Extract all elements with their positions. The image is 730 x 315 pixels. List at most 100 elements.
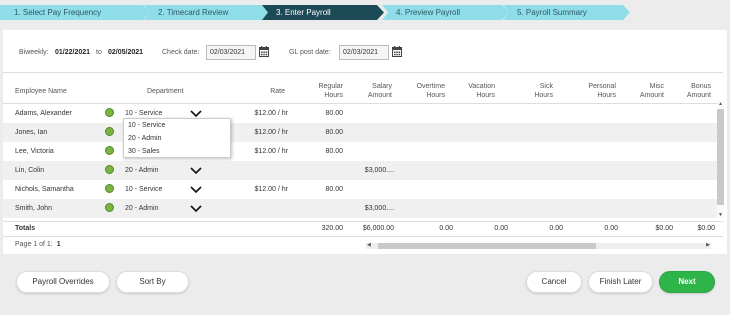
divider (3, 72, 723, 73)
calendar-icon[interactable] (259, 46, 269, 57)
period-label: Biweekly: (19, 49, 49, 56)
gl-post-date-input[interactable]: 02/03/2021 (339, 45, 389, 60)
regular-hours-cell[interactable]: 80.00 (303, 129, 343, 136)
table-row[interactable]: Lin, Colin 20 - Admin $3,000.... (3, 161, 723, 180)
header-personal-hours: Personal Hours (588, 83, 616, 99)
status-dot-icon[interactable] (105, 127, 114, 136)
rate: $12.00 / hr (254, 148, 288, 155)
rate: $12.00 / hr (254, 129, 288, 136)
total-personal: 0.00 (604, 225, 618, 232)
total-regular-hours: 320.00 (321, 225, 343, 232)
table-row[interactable]: Smith, John 20 - Admin $3,000.... (3, 199, 723, 218)
total-misc: $0.00 (655, 225, 673, 232)
sort-by-button[interactable]: Sort By (116, 271, 189, 293)
header-rate: Rate (270, 88, 285, 95)
step-timecard-review[interactable]: 2. Timecard Review (144, 5, 269, 20)
department-select[interactable]: 20 - Admin (125, 167, 158, 174)
header-overtime-hours: Overtime Hours (416, 83, 445, 99)
status-dot-icon[interactable] (105, 184, 114, 193)
period-end: 02/05/2021 (108, 49, 144, 56)
employee-name: Smith, John (15, 205, 52, 212)
employee-name: Adams, Alexander (15, 110, 72, 117)
pager-text: Page 1 of 1: (15, 241, 53, 248)
table-row[interactable]: Lee, Victoria $12.00 / hr 80.00 (3, 142, 723, 161)
employee-name: Lee, Victoria (15, 148, 54, 155)
department-dropdown[interactable]: 10 - Service 20 - Admin 30 - Sales (123, 118, 231, 158)
dropdown-option[interactable]: 20 - Admin (124, 132, 230, 145)
table-row[interactable]: Jones, Ian $12.00 / hr 80.00 (3, 123, 723, 142)
step-label: 5. Payroll Summary (517, 8, 587, 17)
total-sick: 0.00 (549, 225, 563, 232)
chevron-down-icon[interactable] (190, 202, 202, 214)
check-date-label: Check date: (162, 49, 200, 56)
department-select[interactable]: 10 - Service (125, 110, 162, 117)
vertical-scrollbar[interactable]: ▲ ▼ (717, 101, 724, 218)
rate: $12.00 / hr (254, 110, 288, 117)
step-label: 2. Timecard Review (158, 8, 229, 17)
header-regular-hours: Regular Hours (318, 83, 343, 99)
chevron-down-icon[interactable] (190, 164, 202, 176)
salary-amount-cell[interactable]: $3,000.... (352, 205, 394, 212)
totals-label: Totals (15, 225, 36, 232)
scrollbar-thumb[interactable] (717, 109, 724, 205)
scrollbar-thumb[interactable] (378, 243, 596, 249)
dropdown-option[interactable]: 10 - Service (124, 119, 230, 132)
pagination: Page 1 of 1: 1 (15, 241, 61, 248)
check-date-input[interactable]: 02/03/2021 (206, 45, 256, 60)
status-dot-icon[interactable] (105, 203, 114, 212)
salary-amount-cell[interactable]: $3,000.... (352, 167, 394, 174)
employee-name: Nichols, Samantha (15, 186, 74, 193)
header-salary-amount: Salary Amount (367, 83, 392, 99)
scroll-up-icon[interactable]: ▲ (718, 101, 723, 107)
department-select[interactable]: 20 - Admin (125, 205, 158, 212)
regular-hours-cell[interactable]: 80.00 (303, 148, 343, 155)
regular-hours-cell[interactable]: 80.00 (303, 186, 343, 193)
table-row[interactable]: Adams, Alexander 10 - Service $12.00 / h… (3, 104, 723, 123)
payroll-panel: Biweekly: 01/22/2021 to 02/05/2021 Check… (3, 30, 727, 254)
scroll-left-icon[interactable]: ◀ (367, 242, 371, 248)
step-label: 4. Preview Payroll (396, 8, 461, 17)
totals-row: Totals 320.00 $6,000.00 0.00 0.00 0.00 0… (3, 222, 723, 236)
total-salary: $6,000.00 (362, 225, 394, 232)
header-sick-hours: Sick Hours (534, 83, 553, 99)
step-preview-payroll[interactable]: 4. Preview Payroll (382, 5, 509, 20)
finish-later-button[interactable]: Finish Later (588, 271, 653, 293)
total-vacation: 0.00 (494, 225, 508, 232)
header-department: Department (147, 88, 184, 95)
header-employee-name: Employee Name (15, 88, 67, 95)
horizontal-scrollbar[interactable]: ◀ ▶ (366, 242, 711, 249)
cancel-button[interactable]: Cancel (526, 271, 582, 293)
status-dot-icon[interactable] (105, 165, 114, 174)
status-dot-icon[interactable] (105, 108, 114, 117)
chevron-down-icon[interactable] (190, 183, 202, 195)
scroll-down-icon[interactable]: ▼ (718, 212, 723, 218)
wizard-steps: 1. Select Pay Frequency 2. Timecard Revi… (0, 5, 630, 20)
step-enter-payroll[interactable]: 3. Enter Payroll (262, 5, 384, 20)
scroll-right-icon[interactable]: ▶ (706, 242, 710, 248)
status-dot-icon[interactable] (105, 146, 114, 155)
dropdown-option[interactable]: 30 - Sales (124, 145, 230, 158)
department-select[interactable]: 10 - Service (125, 186, 162, 193)
next-button[interactable]: Next (659, 271, 715, 293)
header-misc-amount: Misc Amount (639, 83, 664, 99)
total-bonus: $0.00 (697, 225, 715, 232)
employee-name: Lin, Colin (15, 167, 45, 174)
step-label: 1. Select Pay Frequency (14, 8, 102, 17)
rate: $12.00 / hr (254, 186, 288, 193)
step-label: 3. Enter Payroll (276, 8, 331, 17)
header-bonus-amount: Bonus Amount (686, 83, 711, 99)
calendar-icon[interactable] (392, 46, 402, 57)
step-select-pay-frequency[interactable]: 1. Select Pay Frequency (0, 5, 150, 20)
table-header: Employee Name Department Rate Regular Hou… (3, 80, 723, 104)
page-number[interactable]: 1 (57, 241, 61, 248)
table-row[interactable]: Nichols, Samantha 10 - Service $12.00 / … (3, 180, 723, 199)
period-start: 01/22/2021 (55, 49, 91, 56)
header-vacation-hours: Vacation Hours (468, 83, 495, 99)
payroll-overrides-button[interactable]: Payroll Overrides (16, 271, 110, 293)
step-payroll-summary[interactable]: 5. Payroll Summary (503, 5, 630, 20)
regular-hours-cell[interactable]: 80.00 (303, 110, 343, 117)
divider (3, 236, 723, 237)
to-label: to (96, 49, 102, 56)
employee-name: Jones, Ian (15, 129, 48, 136)
total-overtime: 0.00 (439, 225, 453, 232)
